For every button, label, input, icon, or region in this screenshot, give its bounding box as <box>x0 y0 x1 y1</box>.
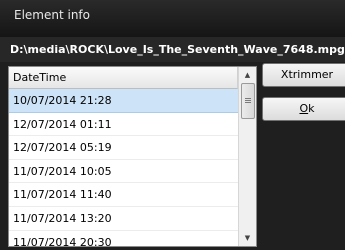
grip-line <box>245 98 251 99</box>
column-header-label: DateTime <box>13 71 67 84</box>
column-header-datetime[interactable]: DateTime <box>9 67 238 89</box>
file-path-bar: D:\media\ROCK\Love_Is_The_Seventh_Wave_7… <box>0 37 345 62</box>
ok-mnemonic: O <box>299 102 309 115</box>
datetime-list[interactable]: DateTime 10/07/2014 21:28 12/07/2014 01:… <box>8 66 257 247</box>
list-item[interactable]: 11/07/2014 20:30 <box>9 231 238 246</box>
scroll-down-icon[interactable]: ▼ <box>239 230 256 246</box>
title-bar: Element info <box>0 0 345 37</box>
grip-line <box>245 100 251 101</box>
list-item[interactable]: 12/07/2014 01:11 <box>9 113 238 137</box>
ok-button[interactable]: Ok <box>262 97 345 121</box>
xtrimmer-button[interactable]: Xtrimmer <box>262 63 345 87</box>
vertical-scrollbar[interactable]: ▲ ▼ <box>238 67 256 246</box>
list-item[interactable]: 11/07/2014 13:20 <box>9 207 238 231</box>
list-item[interactable]: 10/07/2014 21:28 <box>9 89 238 113</box>
list-item[interactable]: 11/07/2014 10:05 <box>9 160 238 184</box>
scroll-thumb[interactable] <box>241 83 255 119</box>
list-item[interactable]: 11/07/2014 11:40 <box>9 183 238 207</box>
scroll-up-icon[interactable]: ▲ <box>239 67 256 83</box>
file-path-label: D:\media\ROCK\Love_Is_The_Seventh_Wave_7… <box>10 43 345 56</box>
list-item[interactable]: 12/07/2014 05:19 <box>9 136 238 160</box>
list-rows: 10/07/2014 21:28 12/07/2014 01:11 12/07/… <box>9 89 238 246</box>
grip-line <box>245 102 251 103</box>
ok-label-rest: k <box>308 102 315 115</box>
window-title: Element info <box>14 8 91 22</box>
